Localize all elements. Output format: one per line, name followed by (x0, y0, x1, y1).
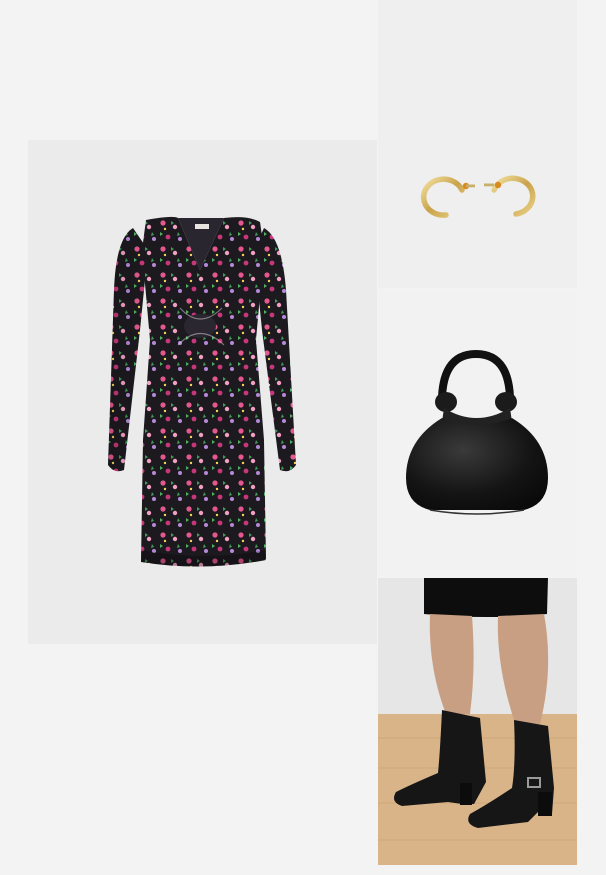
outfit-item-bag[interactable]: bag (378, 290, 577, 576)
outfit-item-dress[interactable]: dress (28, 140, 377, 644)
dress-image (108, 216, 296, 567)
bag-image (406, 349, 548, 515)
earrings-image (420, 175, 536, 218)
outfit-item-earrings[interactable]: earrings (378, 0, 577, 288)
outfit-item-boots[interactable]: boots (378, 578, 577, 865)
boots-image (378, 578, 577, 865)
